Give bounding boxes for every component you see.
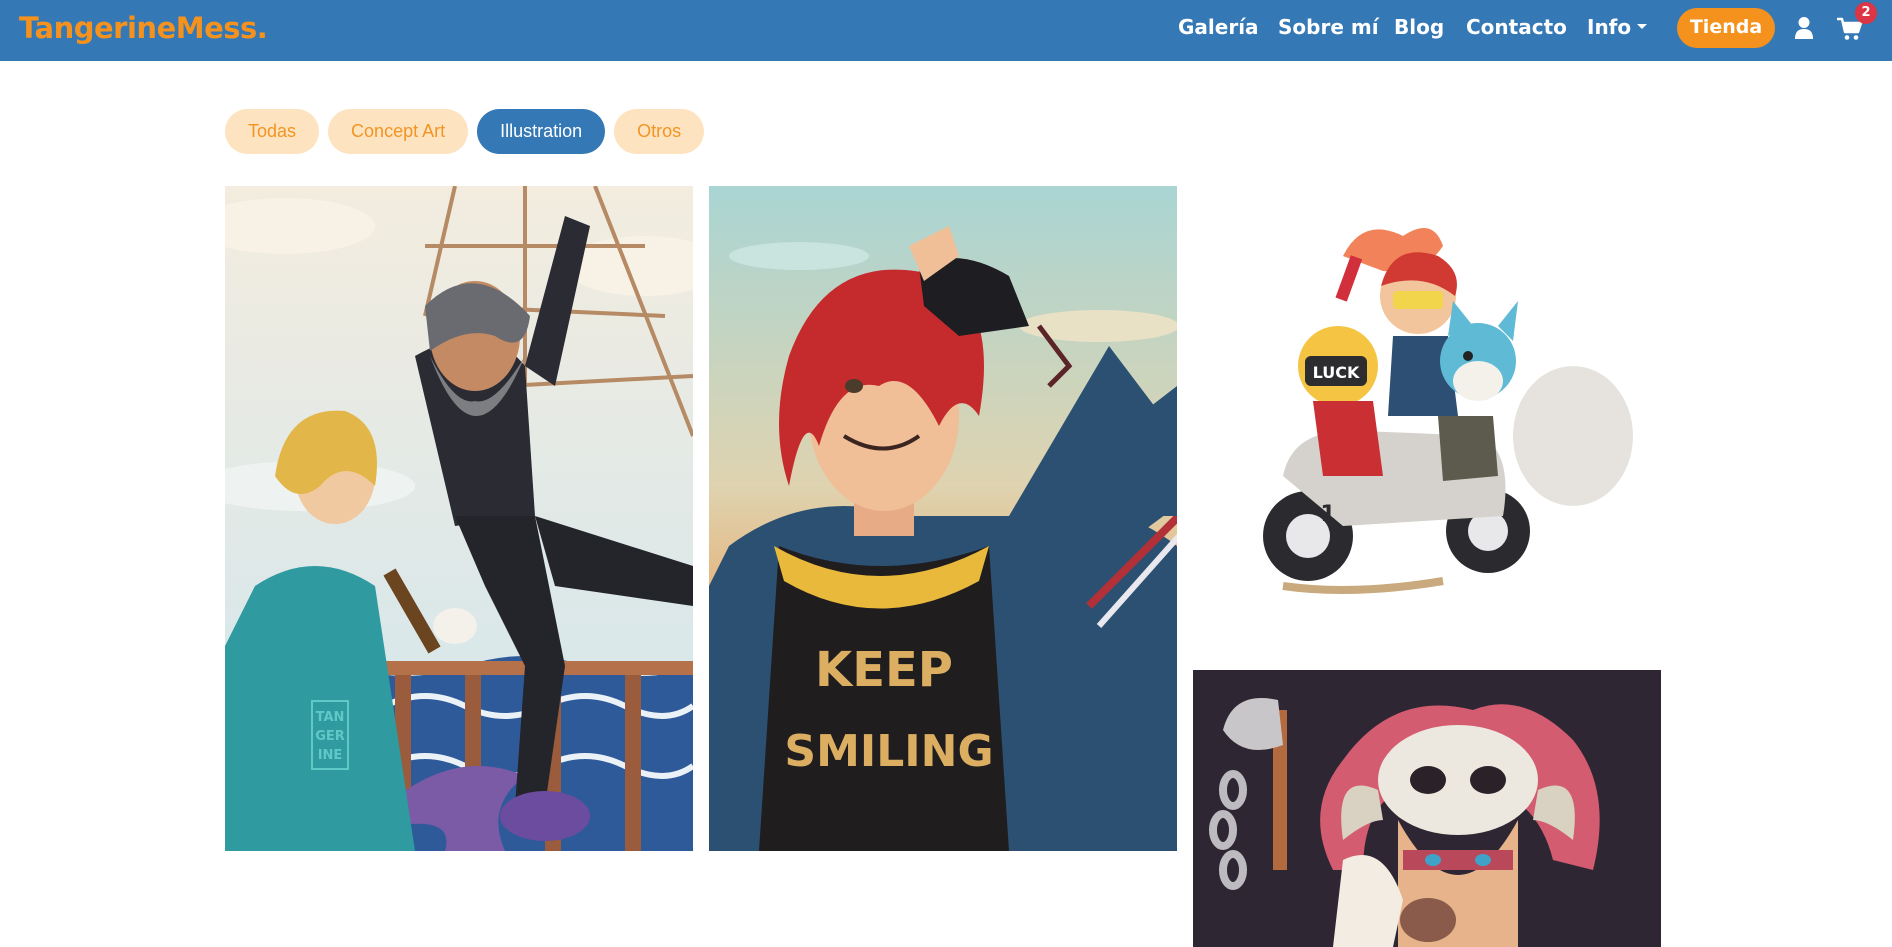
watermark-line-2: GER [315,729,345,744]
artwork-pirates-on-ship[interactable]: TAN GER INE [225,186,693,851]
artwork-skull-warrior[interactable] [1193,670,1661,947]
nav-link-contacto[interactable]: Contacto [1466,15,1567,39]
brand-logo[interactable]: TangerineMess. [19,11,268,45]
shirt-text-line-2: SMILING [784,726,993,777]
filter-otros[interactable]: Otros [614,109,705,154]
shirt-text-line-1: KEEP [815,642,953,698]
user-icon[interactable] [1794,16,1814,40]
filter-illustration[interactable]: Illustration [477,109,606,154]
bike-number: 1 [1320,502,1335,527]
helmet-plate-text: LUCK [1313,363,1360,382]
artwork-skull-warrior-image [1193,670,1661,947]
artwork-keep-smiling[interactable]: KEEP SMILING [709,186,1177,851]
artwork-motorbike-image: 1 LUCK [1193,186,1661,646]
cart-count-badge: 2 [1855,2,1877,24]
artwork-motorbike-trio[interactable]: 1 LUCK [1193,186,1661,646]
nav-info-label: Info [1587,15,1632,39]
watermark-line-1: TAN [316,710,345,725]
artwork-pirates-image: TAN GER INE [225,186,693,851]
artwork-keep-smiling-image: KEEP SMILING [709,186,1177,851]
nav-link-sobre-mi[interactable]: Sobre mí [1278,15,1379,39]
filter-concept-art[interactable]: Concept Art [328,109,469,154]
nav-link-blog[interactable]: Blog [1394,15,1444,39]
nav-dropdown-info[interactable]: Info [1587,15,1648,39]
tienda-button[interactable]: Tienda [1677,8,1775,48]
filter-todas[interactable]: Todas [225,109,320,154]
category-filters: Todas Concept Art Illustration Otros [225,109,705,154]
top-navbar: TangerineMess. Galería Sobre mí Blog Con… [0,0,1892,61]
caret-down-icon [1637,24,1648,29]
watermark-line-3: INE [318,748,343,763]
nav-link-galeria[interactable]: Galería [1178,15,1259,39]
